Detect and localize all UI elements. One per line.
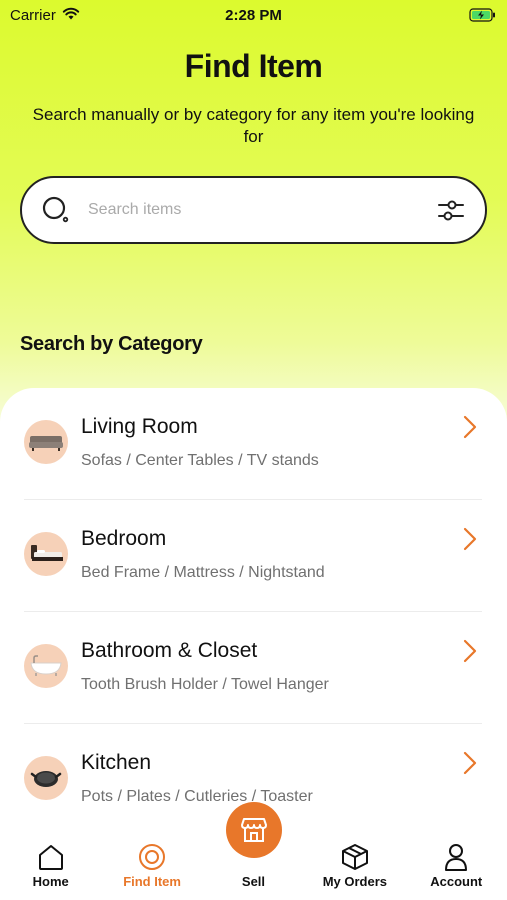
search-input[interactable] [88,201,435,219]
section-title: Search by Category [20,333,203,355]
page-subtitle: Search manually or by category for any i… [32,105,475,146]
category-subtitle: Sofas / Center Tables / TV stands [81,452,319,469]
person-icon [445,844,468,871]
tab-label: Sell [241,874,266,889]
search-bar[interactable] [20,176,487,244]
chevron-right-icon [460,526,480,552]
category-name: Bathroom & Closet [81,639,258,662]
battery-charging-icon [469,8,497,22]
category-item-bathroom-closet[interactable]: Bathroom & Closet Tooth Brush Holder / T… [24,612,482,724]
tab-account[interactable]: Account [406,843,506,889]
page-title: Find Item [184,48,323,84]
status-left: Carrier [10,7,80,24]
box-icon [341,844,368,870]
chevron-right-icon [460,750,480,776]
tab-my-orders[interactable]: My Orders [305,843,405,889]
category-subtitle: Bed Frame / Mattress / Nightstand [81,564,325,581]
carrier-label: Carrier [10,6,56,24]
tab-label: Find Item [123,874,181,889]
wifi-icon [62,7,80,24]
category-name: Bedroom [81,527,167,550]
category-item-living-room[interactable]: Living Room Sofas / Center Tables / TV s… [24,388,482,500]
category-name: Kitchen [81,751,152,774]
tab-find-item[interactable]: Find Item [102,843,202,889]
category-name: Living Room [81,415,198,438]
sofa-thumbnail [24,420,68,464]
status-bar: Carrier 2:28 PM [0,0,507,30]
store-icon [241,818,267,842]
bed-thumbnail [24,532,68,576]
home-icon [38,845,63,870]
pan-thumbnail [24,756,68,800]
chevron-right-icon [460,414,480,440]
sell-button[interactable] [226,802,282,858]
filter-icon[interactable] [435,194,467,226]
chevron-right-icon [460,638,480,664]
category-item-bedroom[interactable]: Bedroom Bed Frame / Mattress / Nightstan… [24,500,482,612]
bathtub-thumbnail [24,644,68,688]
find-item-icon [139,844,166,870]
tab-label: My Orders [322,874,388,889]
category-subtitle: Tooth Brush Holder / Towel Hanger [81,676,329,693]
tab-label: Home [32,874,69,889]
category-subtitle: Pots / Plates / Cutleries / Toaster [81,788,313,805]
tab-home[interactable]: Home [1,843,101,889]
search-icon [40,194,72,226]
tab-label: Account [430,874,483,889]
